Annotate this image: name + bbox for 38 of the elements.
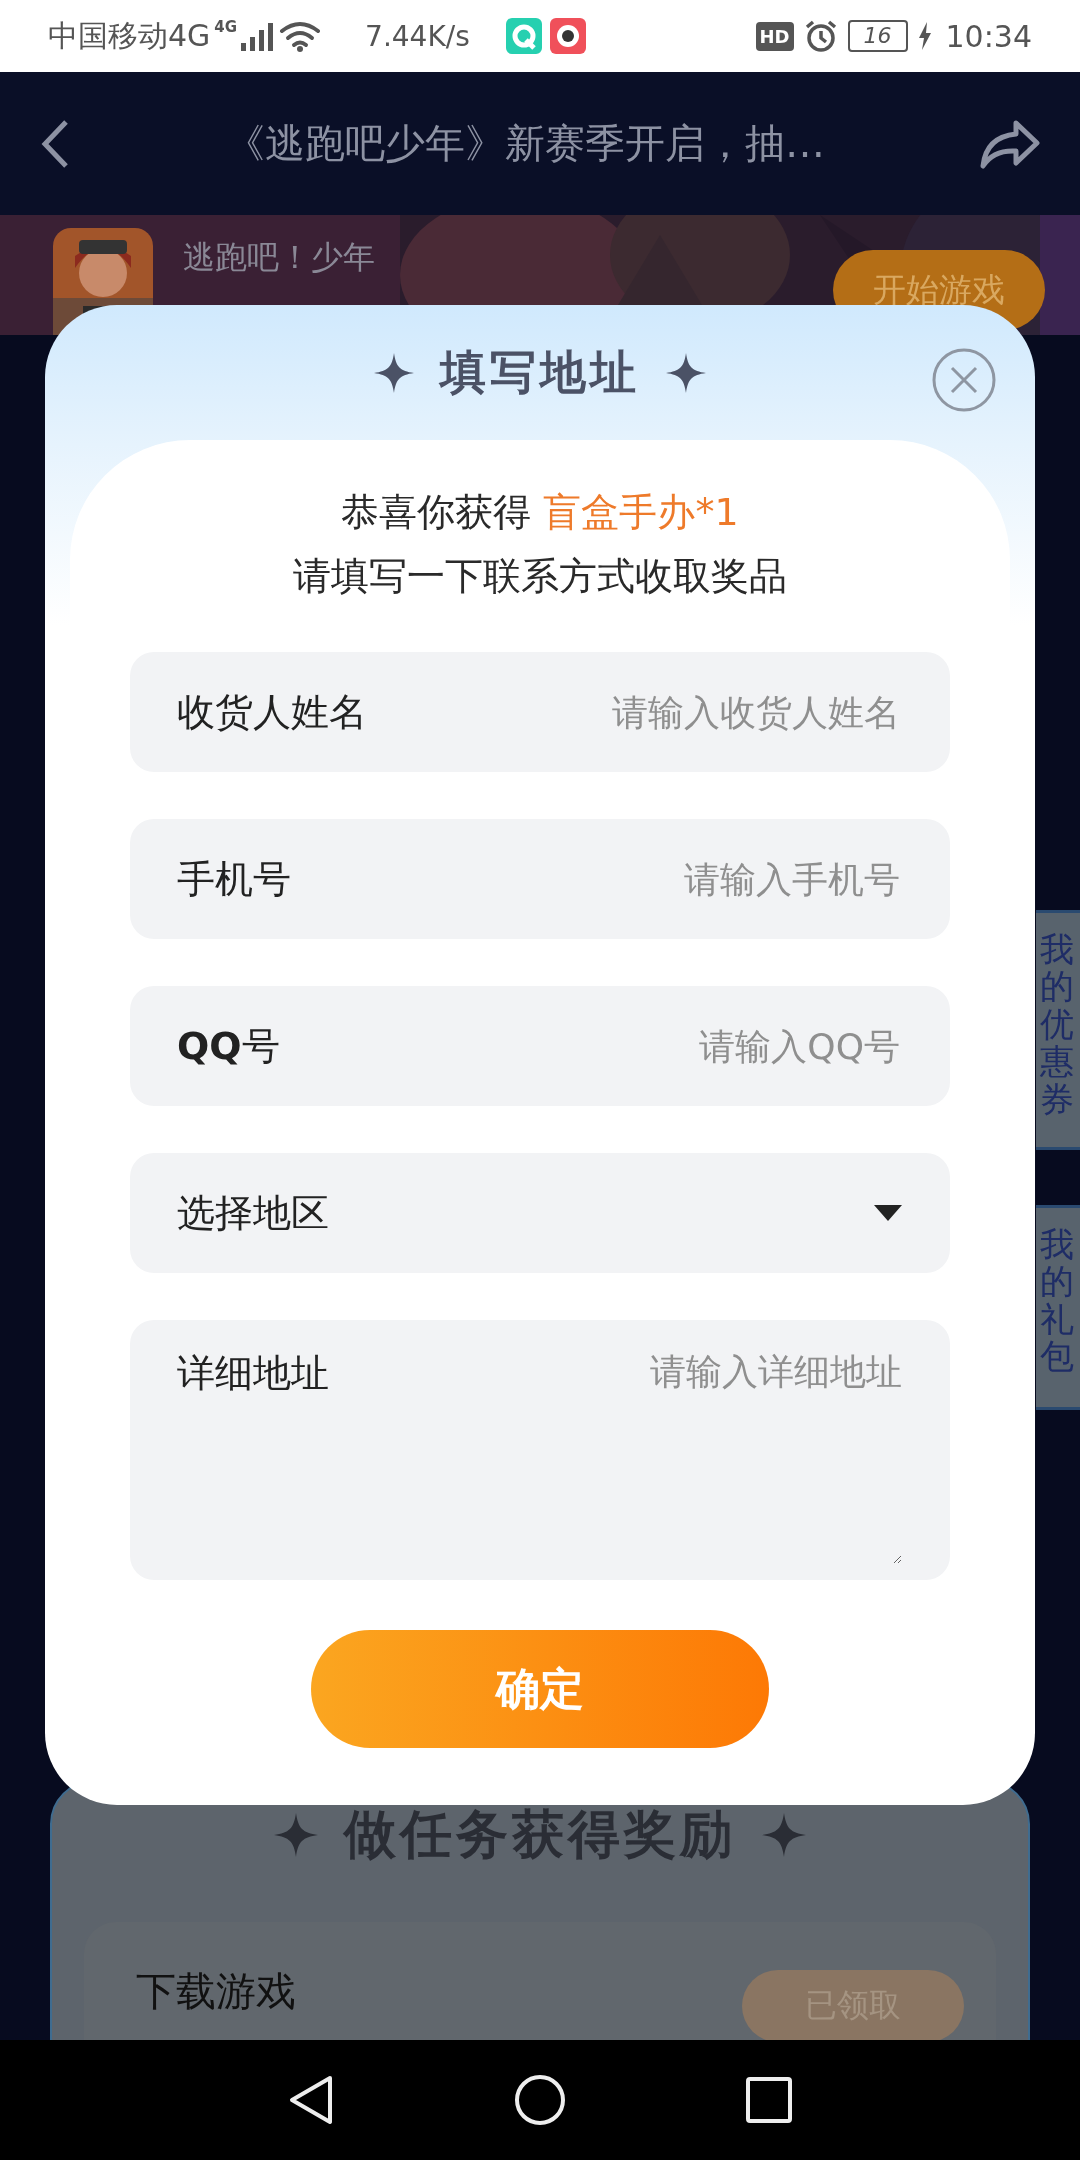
network-type: 4G bbox=[214, 19, 238, 35]
congrats-message: 恭喜你获得 盲盒手办*1 bbox=[340, 489, 740, 536]
dialog-title: 填写地址 bbox=[440, 343, 640, 401]
input-field[interactable]: 收货人姓名 请输入收货人姓名 bbox=[130, 652, 950, 772]
charging-icon bbox=[917, 22, 932, 50]
network-speed: 7.44K/s bbox=[365, 19, 470, 53]
input-field[interactable]: QQ号 请输入QQ号 bbox=[130, 986, 950, 1106]
wifi-icon bbox=[279, 20, 322, 52]
app-icon bbox=[505, 18, 542, 54]
recents-icon[interactable] bbox=[746, 2077, 792, 2123]
clock-time: 10:34 bbox=[945, 18, 1032, 54]
dropdown-caret-icon bbox=[874, 1205, 902, 1221]
back-icon[interactable] bbox=[288, 2075, 334, 2125]
field-label: QQ号 bbox=[177, 1022, 280, 1070]
input-field[interactable]: 手机号 请输入手机号 bbox=[130, 819, 950, 939]
text-area[interactable]: 请输入详细地址 bbox=[329, 1348, 902, 1564]
text-input[interactable]: 请输入收货人姓名 bbox=[367, 690, 902, 734]
battery-level: 16 bbox=[847, 20, 908, 52]
field-label: 收货人姓名 bbox=[177, 688, 367, 736]
address-input-field[interactable]: 详细地址 请输入详细地址 bbox=[130, 1320, 950, 1580]
hd-badge: HD bbox=[755, 21, 794, 51]
text-input[interactable]: 请输入手机号 bbox=[291, 857, 902, 901]
field-label: 详细地址 bbox=[177, 1350, 329, 1397]
app-icon bbox=[549, 18, 586, 54]
close-button[interactable] bbox=[931, 347, 997, 413]
carrier-name: 中国移动4G bbox=[48, 16, 211, 55]
instruction-text: 请填写一下联系方式收取奖品 bbox=[292, 553, 788, 600]
sparkle-icon bbox=[274, 1813, 318, 1857]
share-icon[interactable] bbox=[980, 118, 1040, 169]
back-icon[interactable] bbox=[40, 118, 70, 169]
alarm-icon bbox=[803, 19, 838, 53]
region-select[interactable]: 选择地区 bbox=[130, 1153, 950, 1273]
home-icon[interactable] bbox=[514, 2074, 566, 2126]
field-label: 手机号 bbox=[177, 855, 291, 903]
page-title: 《逃跑吧少年》新赛季开启，抽… bbox=[224, 119, 826, 168]
task-name: 下载游戏 bbox=[136, 1967, 296, 2016]
sparkle-icon bbox=[762, 1813, 806, 1857]
text-input[interactable]: 请输入QQ号 bbox=[279, 1024, 902, 1068]
